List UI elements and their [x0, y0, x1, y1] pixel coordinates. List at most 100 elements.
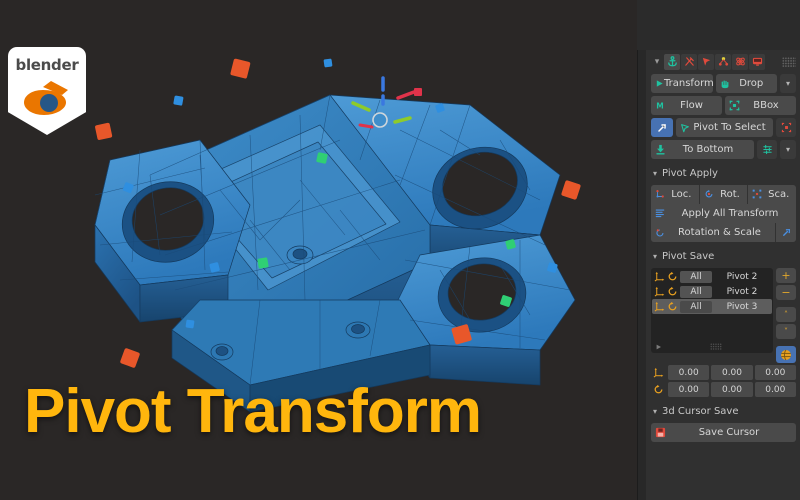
- vertex-points-icon[interactable]: [715, 53, 731, 70]
- chevron-down-icon: ▾: [653, 251, 658, 261]
- transform-button-label: Transform: [664, 78, 713, 89]
- list-footer: [651, 341, 773, 352]
- rotate-icon: [667, 286, 678, 297]
- add-pivot-button[interactable]: +: [776, 268, 796, 283]
- rotation-and-scale-label: Rotation & Scale: [678, 227, 761, 238]
- drag-grip-icon[interactable]: [782, 56, 796, 67]
- pivot-scope-badge: All: [680, 270, 712, 283]
- hand-icon: [720, 79, 730, 89]
- rotate-icon: [667, 271, 678, 282]
- bbox-button[interactable]: BBox: [725, 96, 796, 115]
- pivot-to-select-toggle[interactable]: [651, 118, 673, 137]
- cursor-save-icon: [655, 427, 666, 438]
- cursor-save-section-header[interactable]: ▾ 3d Cursor Save: [653, 402, 796, 420]
- physics-icon[interactable]: [732, 53, 748, 70]
- location-x-field[interactable]: 0.00: [668, 365, 710, 380]
- table-row[interactable]: All Pivot 3: [652, 299, 772, 314]
- apply-all-transform-row[interactable]: Apply All Transform: [651, 203, 796, 223]
- to-bottom-dropdown[interactable]: ▾: [780, 140, 796, 159]
- move-up-button[interactable]: ˄: [776, 307, 796, 322]
- location-axes-icon: [655, 189, 665, 199]
- location-y-field[interactable]: 0.00: [711, 365, 753, 380]
- rotation-scale-extra-button[interactable]: [776, 223, 796, 242]
- scale-icon: [752, 189, 762, 199]
- apply-rot-button[interactable]: Rot.: [699, 185, 749, 204]
- rotation-scale-row: Rotation & Scale: [651, 223, 796, 242]
- location-fields: 0.00 0.00 0.00: [651, 365, 796, 380]
- rotation-fields: 0.00 0.00 0.00: [651, 382, 796, 397]
- rotate-icon: [667, 301, 678, 312]
- apply-all-transform-label: Apply All Transform: [681, 207, 779, 219]
- pivot-to-select-button[interactable]: Pivot To Select: [676, 118, 773, 137]
- pivot-to-select-row: Pivot To Select: [651, 118, 796, 137]
- globe-icon: [781, 349, 791, 360]
- filter-icon[interactable]: [655, 343, 663, 351]
- apply-scale-button[interactable]: Sca.: [748, 185, 796, 204]
- chevron-down-icon[interactable]: ▾: [651, 57, 663, 67]
- pivot-save-section-header[interactable]: ▾ Pivot Save: [653, 247, 796, 265]
- flow-button[interactable]: M Flow: [651, 96, 722, 115]
- transform-button[interactable]: Transform: [651, 74, 713, 93]
- to-bottom-options[interactable]: [757, 140, 777, 159]
- drop-button[interactable]: Drop: [715, 74, 777, 93]
- save-cursor-label: Save Cursor: [698, 427, 760, 438]
- pivot-save-list[interactable]: All Pivot 2 All Pivot 2 All Pivot 3: [651, 268, 773, 353]
- table-row[interactable]: All Pivot 2: [652, 269, 772, 284]
- flow-bbox-row: M Flow BBox: [651, 96, 796, 115]
- drop-dropdown[interactable]: ▾: [780, 74, 796, 93]
- move-axes-icon: [651, 367, 666, 378]
- panel-body: ▾ Transform Drop ▾ M Flow BBox Pivot To …: [646, 50, 800, 500]
- panel-tab-strip[interactable]: [638, 50, 646, 500]
- pivot-apply-section-header[interactable]: ▾ Pivot Apply: [653, 164, 796, 182]
- save-cursor-button[interactable]: Save Cursor: [651, 423, 796, 442]
- cursor-icon: [680, 123, 690, 133]
- cursor-arrow-icon[interactable]: [698, 53, 714, 70]
- to-bottom-button[interactable]: To Bottom: [651, 140, 754, 159]
- drop-button-label: Drop: [739, 78, 764, 89]
- pivot-apply-group: Loc. Rot. Sca. Apply All Transform Rotat…: [651, 185, 796, 242]
- lines-icon: [655, 208, 665, 218]
- pivot-list-controls: + − ˄ ˅: [776, 268, 796, 363]
- rotation-z-field[interactable]: 0.00: [754, 382, 796, 397]
- m-icon: M: [655, 101, 665, 111]
- blender-wordmark: blender: [15, 56, 79, 74]
- pivot-name: Pivot 2: [726, 271, 758, 282]
- chevron-down-icon: ▾: [653, 406, 658, 416]
- rotation-x-field[interactable]: 0.00: [668, 382, 710, 397]
- rotate-red-icon: [655, 228, 665, 238]
- table-row[interactable]: All Pivot 2: [652, 284, 772, 299]
- bbox-button-label: BBox: [753, 100, 779, 111]
- rotation-and-scale-button[interactable]: Rotation & Scale: [651, 223, 776, 242]
- pivot-name: Pivot 3: [726, 301, 758, 312]
- anchor-icon[interactable]: [664, 53, 680, 70]
- pivot-to-select-label: Pivot To Select: [693, 122, 766, 133]
- pivot-save-area: All Pivot 2 All Pivot 2 All Pivot 3 + − …: [651, 268, 796, 363]
- pivot-scope-badge: All: [680, 285, 712, 298]
- pivot-name: Pivot 2: [726, 286, 758, 297]
- move-axes-icon: [654, 301, 665, 312]
- page-title: Pivot Transform: [24, 377, 482, 446]
- snap-off-icon[interactable]: [681, 53, 697, 70]
- flow-button-label: Flow: [680, 100, 703, 111]
- pivot-save-title: Pivot Save: [662, 250, 715, 262]
- refresh-pivot-button[interactable]: [776, 346, 796, 363]
- monitor-icon[interactable]: [749, 53, 765, 70]
- 3d-viewport[interactable]: blender Pivot Transform: [0, 0, 637, 500]
- apply-loc-button[interactable]: Loc.: [651, 185, 700, 204]
- rotate-icon: [704, 189, 714, 199]
- move-axes-icon: [654, 271, 665, 282]
- resize-grip-icon[interactable]: [710, 343, 722, 350]
- rotate-icon: [651, 384, 666, 395]
- remove-pivot-button[interactable]: −: [776, 285, 796, 300]
- arrow-diagonal-blue-icon: [781, 227, 792, 238]
- apply-all-transform-button[interactable]: Apply All Transform: [651, 203, 796, 223]
- pivot-to-select-extra[interactable]: [776, 118, 796, 137]
- apply-scale-label: Sca.: [768, 188, 790, 200]
- app-root: blender Pivot Transform ▾ Transform Drop…: [0, 0, 800, 500]
- transform-drop-row: Transform Drop ▾: [651, 74, 796, 93]
- download-icon: [655, 144, 666, 155]
- rotation-y-field[interactable]: 0.00: [711, 382, 753, 397]
- move-down-button[interactable]: ˅: [776, 324, 796, 339]
- apply-rot-label: Rot.: [720, 188, 740, 200]
- location-z-field[interactable]: 0.00: [754, 365, 796, 380]
